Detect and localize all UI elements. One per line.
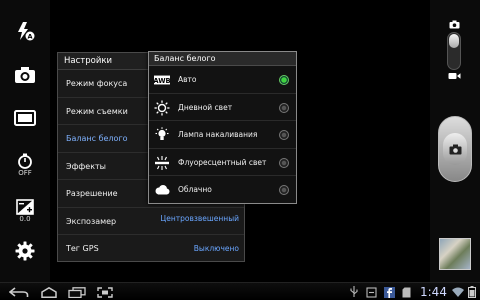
wb-radio[interactable] <box>279 185 289 196</box>
wb-radio-selected[interactable] <box>279 75 289 85</box>
wb-option-incandescent[interactable]: Лампа накаливания <box>149 121 296 149</box>
cloud-icon <box>154 182 170 198</box>
settings-button[interactable] <box>8 234 42 268</box>
right-control-bar <box>430 0 480 282</box>
wb-option-label: Флуоресцентный свет <box>178 157 267 167</box>
shutter-button[interactable] <box>438 116 472 182</box>
fluorescent-icon <box>154 155 170 171</box>
bulb-icon <box>154 127 170 143</box>
timer-icon <box>18 153 32 169</box>
settings-row-label: Тег GPS <box>66 244 99 253</box>
shutter-camera-icon <box>449 144 461 154</box>
screen-icon <box>14 110 36 126</box>
settings-row-gps-tag[interactable]: Тег GPS Выключено <box>58 235 244 263</box>
svg-text:AWB: AWB <box>154 77 170 85</box>
settings-row-label: Разрешение <box>66 189 118 198</box>
wb-option-cloudy[interactable]: Облачно <box>149 176 296 204</box>
exposure-value: 0.0 <box>19 215 31 223</box>
recent-apps-button[interactable] <box>66 285 88 299</box>
video-camera-icon <box>448 73 461 79</box>
exposure-button[interactable]: 0.0 <box>8 194 42 228</box>
settings-row-label: Режим фокуса <box>66 79 128 88</box>
recent-apps-icon <box>68 286 86 298</box>
back-icon <box>9 286 29 297</box>
wb-option-label: Облачно <box>178 185 212 195</box>
wb-option-label: Лампа накаливания <box>178 130 258 140</box>
wifi-icon <box>452 286 464 298</box>
gear-icon <box>15 241 35 261</box>
settings-row-label: Режим съемки <box>66 106 128 116</box>
battery-icon <box>466 286 478 298</box>
white-balance-title: Баланс белого <box>149 52 296 66</box>
wb-radio[interactable] <box>279 130 289 141</box>
wb-option-daylight[interactable]: Дневной свет <box>149 94 296 122</box>
facebook-notification-icon <box>383 286 395 298</box>
shooting-mode-button[interactable] <box>8 58 42 92</box>
screenshot-icon <box>97 286 113 298</box>
settings-row-label: Экспозамер <box>66 216 117 226</box>
sd-card-icon <box>400 286 412 298</box>
camera-video-switch[interactable] <box>447 32 461 70</box>
last-photo-thumbnail[interactable] <box>439 238 471 270</box>
status-clock: 1:44 <box>420 285 447 299</box>
usb-icon <box>348 286 360 298</box>
wb-radio[interactable] <box>279 157 289 168</box>
flash-auto-button[interactable]: A <box>8 14 42 48</box>
flash-auto-icon: A <box>18 22 35 41</box>
settings-row-metering[interactable]: Экспозамер Центровзвешенный <box>58 208 244 235</box>
screenshot-button[interactable] <box>94 285 116 299</box>
timer-value: OFF <box>18 169 32 177</box>
home-icon <box>41 286 57 298</box>
wb-option-label: Дневной свет <box>178 102 233 112</box>
home-button[interactable] <box>38 285 60 299</box>
wb-option-fluorescent[interactable]: Флуоресцентный свет <box>149 149 296 177</box>
exposure-icon <box>16 199 34 215</box>
switch-knob[interactable] <box>449 34 459 48</box>
system-bar: 1:44 <box>0 282 480 300</box>
svg-text:A: A <box>27 33 32 41</box>
wb-option-auto[interactable]: AWB Авто <box>149 66 296 94</box>
timer-button[interactable]: OFF <box>8 148 42 182</box>
camera-mode-icon <box>15 67 35 83</box>
sun-icon <box>154 100 170 116</box>
usb-debug-icon <box>365 286 377 298</box>
settings-row-value: Выключено <box>193 244 239 253</box>
settings-row-label: Баланс белого <box>66 134 128 143</box>
wb-option-label: Авто <box>178 75 197 84</box>
back-button[interactable] <box>8 285 30 299</box>
camera-mode-small-icon <box>449 20 460 29</box>
shutter-inner[interactable] <box>443 133 467 165</box>
wb-radio[interactable] <box>279 102 289 113</box>
left-toolbar: A OFF 0.0 <box>0 0 50 282</box>
settings-row-label: Эффекты <box>66 161 106 171</box>
white-balance-popup: Баланс белого AWB Авто Дневной свет Ламп… <box>148 51 297 204</box>
screen-mode-button[interactable] <box>8 101 42 135</box>
settings-row-value: Центровзвешенный <box>160 213 239 223</box>
awb-icon: AWB <box>154 72 170 88</box>
